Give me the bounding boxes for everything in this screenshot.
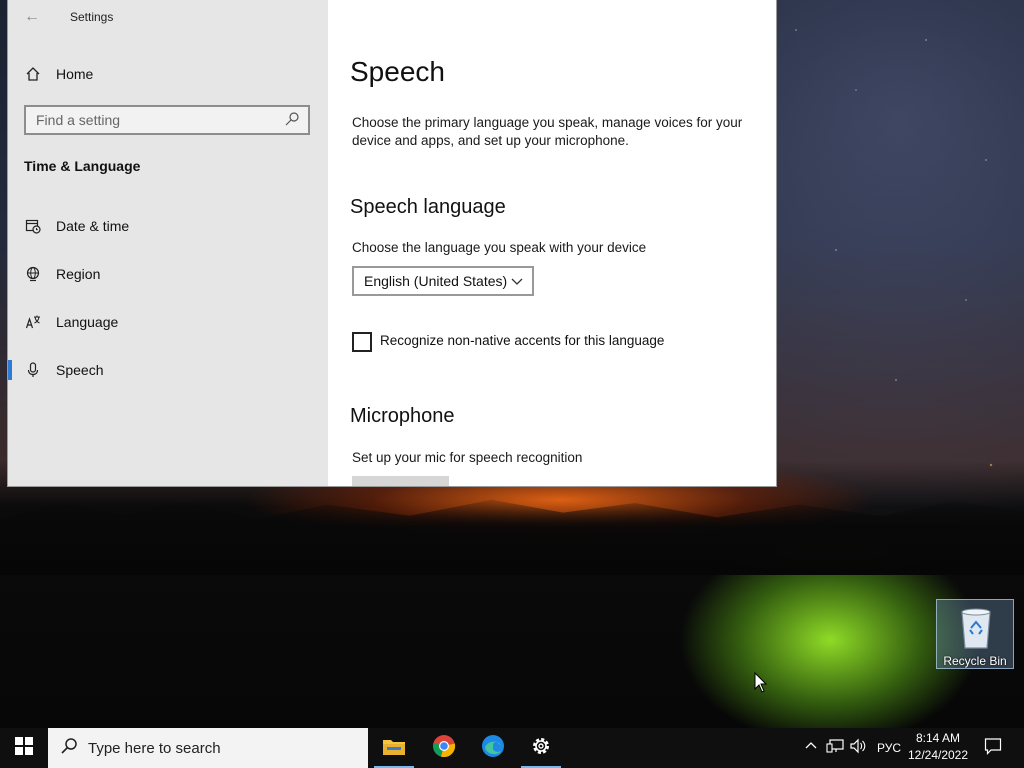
taskbar-chrome[interactable]	[420, 728, 468, 768]
selected-indicator	[8, 360, 12, 380]
sidebar-item-label: Language	[56, 314, 119, 330]
back-arrow-icon[interactable]: ←	[24, 8, 42, 26]
search-icon	[284, 111, 300, 132]
calendar-clock-icon	[24, 217, 42, 235]
non-native-accents-label[interactable]: Recognize non-native accents for this la…	[380, 333, 664, 348]
desktop-mountains	[0, 499, 1024, 575]
home-icon	[24, 65, 42, 83]
settings-sidebar: ← Settings Home Time & Language Date & t…	[8, 0, 328, 486]
chevron-up-icon	[805, 739, 817, 757]
taskbar: Type here to search РУС 8:14 AM 12/24/20…	[0, 728, 1024, 768]
settings-content: — □ ✕ Speech Choose the primary language…	[328, 0, 776, 486]
dropdown-value: English (United States)	[364, 273, 508, 289]
windows-logo-icon	[15, 736, 33, 760]
speech-language-prompt: Choose the language you speak with your …	[352, 240, 647, 255]
sidebar-item-label: Region	[56, 266, 101, 282]
recycle-bin-label: Recycle Bin	[943, 654, 1007, 668]
nav-home[interactable]: Home	[24, 62, 93, 86]
taskbar-settings[interactable]	[517, 728, 565, 768]
sidebar-item-language[interactable]: Language	[24, 310, 118, 334]
chrome-icon	[432, 734, 456, 763]
microphone-icon	[24, 361, 42, 379]
network-icon	[826, 738, 844, 759]
speech-language-heading: Speech language	[350, 196, 506, 218]
desktop-stars	[776, 0, 1024, 480]
edge-icon	[481, 734, 505, 763]
volume-tray-button[interactable]	[848, 728, 870, 768]
find-setting-search[interactable]	[24, 105, 310, 135]
taskbar-search-placeholder: Type here to search	[88, 739, 221, 757]
sidebar-item-region[interactable]: Region	[24, 262, 100, 286]
file-explorer-icon	[382, 736, 406, 761]
page-title: Speech	[350, 56, 445, 87]
settings-gear-icon	[530, 735, 552, 762]
clock-time: 8:14 AM	[915, 731, 961, 745]
taskbar-file-explorer[interactable]	[370, 728, 418, 768]
show-hidden-icons-button[interactable]	[802, 728, 820, 768]
volume-icon	[850, 738, 868, 759]
nav-home-label: Home	[56, 66, 94, 82]
page-description: Choose the primary language you speak, m…	[352, 115, 743, 148]
get-started-button[interactable]	[352, 476, 449, 486]
settings-window: ← Settings Home Time & Language Date & t…	[8, 0, 776, 486]
language-icon	[24, 313, 42, 331]
section-title: Time & Language	[24, 158, 141, 174]
microphone-heading: Microphone	[350, 405, 455, 427]
clock-date: 12/24/2022	[907, 748, 969, 762]
non-native-accents-checkbox[interactable]	[352, 332, 372, 352]
taskbar-edge[interactable]	[469, 728, 517, 768]
recycle-bin-icon	[959, 606, 993, 655]
start-button[interactable]	[0, 728, 48, 768]
microphone-prompt: Set up your mic for speech recognition	[352, 450, 583, 465]
sidebar-item-label: Speech	[56, 362, 104, 378]
window-title: Settings	[70, 10, 114, 24]
sidebar-item-label: Date & time	[56, 218, 130, 234]
taskbar-search-box[interactable]: Type here to search	[48, 728, 368, 768]
input-language-indicator[interactable]: РУС	[872, 728, 906, 768]
chevron-down-icon	[510, 274, 524, 291]
mouse-cursor-icon	[754, 671, 768, 699]
sidebar-item-date-time[interactable]: Date & time	[24, 214, 129, 238]
action-center-button[interactable]	[980, 728, 1006, 768]
sidebar-item-speech[interactable]: Speech	[24, 358, 103, 382]
taskbar-clock[interactable]: 8:14 AM 12/24/2022	[906, 730, 970, 766]
speech-language-dropdown[interactable]: English (United States)	[352, 266, 534, 296]
notification-icon	[984, 737, 1002, 760]
search-icon	[60, 737, 78, 760]
globe-icon	[24, 265, 42, 283]
find-setting-input[interactable]	[26, 107, 286, 133]
recycle-bin-desktop-icon[interactable]: Recycle Bin	[936, 599, 1014, 669]
network-tray-button[interactable]	[824, 728, 846, 768]
